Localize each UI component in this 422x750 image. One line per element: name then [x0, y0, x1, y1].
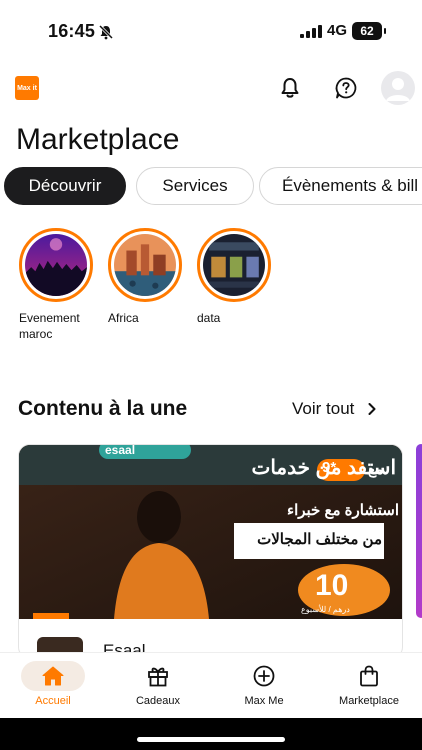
next-card-peek[interactable] [416, 444, 422, 618]
notifications-button[interactable] [277, 75, 303, 101]
status-bar: 16:45 4G 62 [0, 0, 422, 58]
story-evenement-maroc[interactable]: Evenement maroc [19, 228, 109, 342]
gift-icon [148, 667, 168, 687]
network-type: 4G [327, 22, 348, 39]
story-image-africa [114, 234, 176, 296]
story-africa[interactable]: Africa [108, 228, 198, 326]
signal-icon [300, 25, 322, 38]
banner-brand: esaal [105, 445, 136, 457]
section-title: Contenu à la une [18, 397, 188, 420]
nav-marketplace[interactable]: Marketplace [326, 661, 412, 707]
banner-unit: درهم / للأسبوع [301, 605, 350, 614]
bell-icon [281, 78, 299, 98]
help-icon [335, 77, 357, 99]
banner-price-badge: 9* [322, 459, 337, 476]
plus-circle-icon [253, 665, 275, 687]
system-home-area [0, 718, 422, 750]
chip-decouvrir[interactable]: Découvrir [4, 167, 126, 205]
story-label: Africa [108, 311, 139, 325]
banner-fields-text: من مختلف المجالات [257, 531, 382, 548]
shopping-bag-icon [360, 665, 378, 687]
home-indicator[interactable] [137, 737, 285, 742]
story-label: Evenement maroc [19, 311, 80, 341]
chevron-right-icon [368, 403, 376, 415]
chip-services[interactable]: Services [136, 167, 254, 205]
page-title: Marketplace [16, 123, 180, 156]
nav-cadeaux[interactable]: Cadeaux [115, 661, 201, 707]
app-logo[interactable]: Max it [15, 76, 39, 100]
featured-card-banner: استفد من خدمات esaal 9* مع استشارة مع خب… [19, 445, 402, 619]
banner-consult-text: استشارة مع خبراء [287, 502, 399, 519]
nav-label: Marketplace [339, 695, 399, 707]
story-label: data [197, 311, 221, 325]
nav-max-me[interactable]: Max Me [221, 661, 307, 707]
see-all-link[interactable]: Voir tout [292, 399, 376, 419]
profile-avatar[interactable] [381, 71, 415, 105]
banner-price-prefix: مع [368, 461, 383, 477]
home-icon [42, 666, 64, 686]
category-chips: Découvrir Services Évènements & bill [4, 167, 422, 207]
story-list: Evenement maroc Africa data [0, 228, 422, 348]
help-button[interactable] [333, 75, 359, 101]
story-image-concert [25, 234, 87, 296]
banner-big-number: 10 [315, 569, 349, 602]
nav-label: Cadeaux [135, 695, 181, 707]
chip-evenements[interactable]: Évènements & bill [259, 167, 422, 205]
battery-icon: 62 [352, 22, 386, 40]
see-all-label: Voir tout [292, 399, 355, 418]
bell-off-icon [98, 24, 114, 40]
nav-label: Accueil [35, 695, 71, 707]
nav-accueil[interactable]: Accueil [10, 661, 96, 707]
bottom-nav: Accueil Cadeaux Max Me Marketplace [0, 652, 422, 718]
story-image-data [203, 234, 265, 296]
featured-card[interactable]: استفد من خدمات esaal 9* مع استشارة مع خب… [18, 444, 403, 659]
nav-label: Max Me [244, 695, 284, 707]
story-data[interactable]: data [197, 228, 287, 326]
status-time: 16:45 [48, 21, 96, 41]
user-icon [386, 78, 410, 101]
